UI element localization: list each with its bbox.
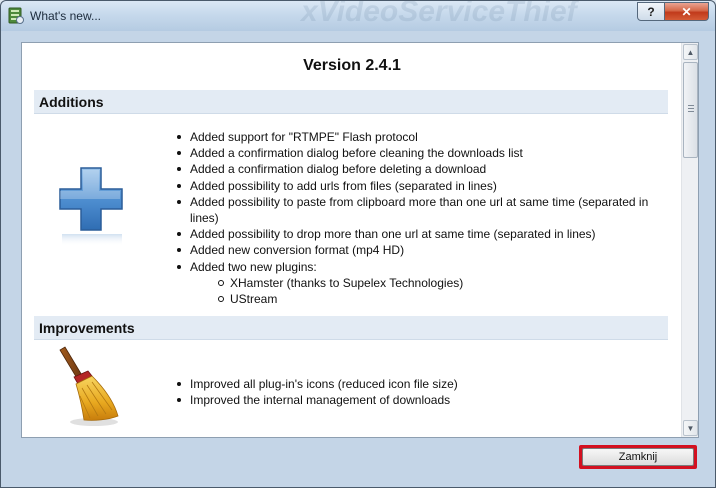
section-header-improvements: Improvements (34, 316, 668, 340)
list-item: Added a confirmation dialog before delet… (177, 161, 650, 177)
list-item: Added possibility to paste from clipboar… (177, 194, 649, 226)
app-icon[interactable] (8, 7, 24, 24)
list-item-label: Added two new plugins: (190, 259, 317, 274)
improvements-list: Improved all plug-in's icons (reduced ic… (177, 376, 458, 408)
version-title: Version 2.4.1 (303, 57, 401, 74)
close-icon: ✕ (681, 4, 692, 19)
sublist-item: XHamster (thanks to Supelex Technologies… (218, 275, 650, 291)
list-item: Added possibility to add urls from files… (177, 178, 650, 194)
help-button[interactable]: ? (637, 2, 665, 21)
title-bar[interactable]: xVideoServiceThief What's new... ? ✕ (1, 1, 715, 31)
plugins-sublist: XHamster (thanks to Supelex Technologies… (218, 275, 650, 307)
list-item: Improved the internal management of down… (177, 392, 458, 408)
scroll-down-button[interactable]: ▼ (683, 420, 698, 436)
list-item: Improved all plug-in's icons (reduced ic… (177, 377, 458, 391)
grip-line (688, 105, 694, 106)
additions-list: Added support for "RTMPE" Flash protocol… (177, 129, 650, 308)
list-item: Added possibility to drop more than one … (177, 226, 650, 242)
grip-line (688, 111, 694, 112)
list-item: Added support for "RTMPE" Flash protocol (177, 129, 650, 145)
close-dialog-button[interactable]: Zamknij (579, 445, 697, 469)
chevron-up-icon: ▲ (686, 47, 695, 57)
list-item: Added two new plugins: XHamster (thanks … (177, 259, 650, 308)
broom-icon (59, 346, 119, 426)
vertical-scrollbar[interactable]: ▲ ▼ (681, 43, 698, 437)
grip-line (688, 108, 694, 109)
chevron-down-icon: ▼ (686, 423, 695, 433)
close-dialog-button-label: Zamknij (582, 448, 694, 466)
window-title: What's new... (30, 9, 101, 23)
close-window-button[interactable]: ✕ (665, 2, 709, 21)
list-item: Added new conversion format (mp4 HD) (177, 242, 650, 258)
list-item: Added a confirmation dialog before clean… (177, 145, 650, 161)
title-bar-watermark: xVideoServiceThief (301, 1, 577, 28)
release-notes-pane[interactable]: Version 2.4.1 Additions Added support fo… (21, 42, 699, 438)
scroll-up-button[interactable]: ▲ (683, 44, 698, 60)
section-header-additions: Additions (34, 90, 668, 114)
caption-buttons: ? ✕ (637, 2, 709, 21)
whats-new-window: xVideoServiceThief What's new... ? ✕ Ver… (0, 0, 716, 488)
plus-icon (59, 167, 123, 246)
scroll-thumb[interactable] (683, 62, 698, 158)
sublist-item: UStream (218, 291, 650, 307)
release-notes-document: Version 2.4.1 Additions Added support fo… (22, 43, 682, 437)
